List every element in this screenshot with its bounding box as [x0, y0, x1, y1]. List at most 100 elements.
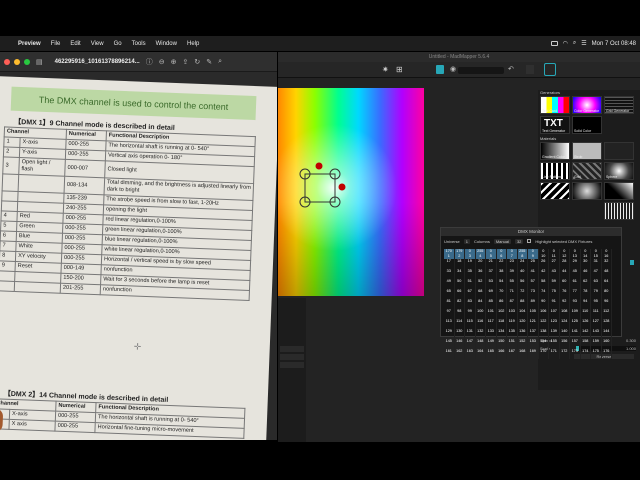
dmx-channel-cell[interactable]: 166	[497, 349, 507, 359]
dmx-channel-cell[interactable]: 55	[507, 279, 518, 289]
dmx-channel-cell[interactable]: 71	[507, 289, 518, 299]
dmx-channel-cell[interactable]: 36	[476, 269, 486, 279]
dmx-channel-cell[interactable]: 39	[507, 269, 518, 279]
control-center-icon[interactable]: ☰	[581, 40, 586, 47]
menu-edit[interactable]: Edit	[65, 41, 85, 47]
dmx-channel-cell[interactable]: 153	[528, 339, 539, 349]
dmx-channel-cell[interactable]: 139	[549, 329, 560, 339]
dmx-channel-cell[interactable]: 112	[602, 309, 612, 319]
dmx-channel-cell[interactable]: 38	[497, 269, 507, 279]
quad-surface[interactable]	[278, 88, 424, 296]
dmx-channel-cell[interactable]: 154	[539, 339, 549, 349]
dmx-channel-cell[interactable]: 48	[602, 269, 612, 279]
dmx-channel-cell[interactable]: 162	[455, 349, 465, 359]
dmx-channel-cell[interactable]: 156	[560, 339, 570, 349]
dmx-channel-cell[interactable]: 80	[602, 289, 612, 299]
dmx-channel-cell[interactable]: 120	[518, 319, 528, 329]
dmx-channel-cell[interactable]: 126	[581, 319, 591, 329]
solid-color-tile[interactable]: Solid Color	[572, 116, 602, 134]
dmx-channel-cell[interactable]: 69	[486, 289, 497, 299]
universe-field[interactable]: 1	[463, 238, 471, 244]
markup-icon[interactable]: ✎	[206, 58, 212, 66]
menu-help[interactable]: Help	[182, 41, 204, 47]
zoom-in-icon[interactable]: ⊕	[171, 58, 177, 66]
property-row[interactable]	[280, 338, 304, 344]
dmx-channel-cell[interactable]: 138	[539, 329, 549, 339]
dmx-channel-cell[interactable]: 81	[444, 299, 455, 309]
dmx-channel-cell[interactable]: 179 2	[454, 249, 465, 259]
dmx-channel-cell[interactable]: 150	[497, 339, 507, 349]
test-card-tile[interactable]: Test Card	[540, 96, 570, 114]
dmx-channel-cell[interactable]: 171	[549, 349, 560, 359]
dmx-channel-cell[interactable]: 163	[465, 349, 476, 359]
dmx-channel-cell[interactable]: 136	[518, 329, 528, 339]
dmx-channel-cell[interactable]: 167	[507, 349, 518, 359]
brightness-icon[interactable]: ✷	[382, 65, 389, 74]
dmx-channel-cell[interactable]: 113	[444, 319, 455, 329]
dmx-channel-cell[interactable]: 53	[486, 279, 497, 289]
dmx-channel-cell[interactable]: 0 15	[591, 249, 602, 259]
dmx-channel-cell[interactable]: 165	[486, 349, 497, 359]
dmx-channel-cell[interactable]: 144	[602, 329, 612, 339]
dmx-channel-cell[interactable]: 89	[528, 299, 539, 309]
dmx-channel-cell[interactable]: 66	[455, 289, 465, 299]
dmx-channel-cell[interactable]: 03	[465, 249, 476, 259]
dmx-channel-cell[interactable]: 122	[539, 319, 549, 329]
dmx-channel-cell[interactable]: 131	[465, 329, 476, 339]
dmx-channel-cell[interactable]: 0 16	[602, 249, 612, 259]
dmx-channel-cell[interactable]: 94	[581, 299, 591, 309]
dmx-channel-cell[interactable]: 110	[581, 309, 591, 319]
zoom-out-icon[interactable]: ⊖	[159, 58, 165, 66]
dmx-channel-cell[interactable]: 78	[581, 289, 591, 299]
dmx-channel-cell[interactable]: 91	[549, 299, 560, 309]
dmx-channel-cell[interactable]: 127	[591, 319, 602, 329]
dmx-channel-cell[interactable]: 135	[507, 329, 518, 339]
dmx-channel-cell[interactable]: 06	[496, 249, 507, 259]
dmx-channel-cell[interactable]: 115	[465, 319, 476, 329]
dmx-channel-cell[interactable]: 159	[591, 339, 602, 349]
dmx-channel-cell[interactable]: 103	[507, 309, 518, 319]
dmx-channel-cell[interactable]: 99	[465, 309, 476, 319]
dmx-channel-cell[interactable]: 56	[518, 279, 528, 289]
dmx-channel-cell[interactable]: 61	[570, 279, 581, 289]
dmx-channel-cell[interactable]: 160	[602, 339, 612, 349]
dmx-channel-cell[interactable]: 101	[486, 309, 497, 319]
dmx-channel-cell[interactable]: 63	[591, 279, 602, 289]
dmx-channel-cell[interactable]: 149	[486, 339, 497, 349]
dmx-channel-cell[interactable]: 155	[549, 339, 560, 349]
dmx-channel-cell[interactable]: 83	[465, 299, 476, 309]
dmx-channel-cell[interactable]: 22	[497, 259, 507, 269]
dmx-channel-cell[interactable]: 59	[549, 279, 560, 289]
dmx-channel-cell[interactable]: 58	[539, 279, 549, 289]
dmx-channel-cell[interactable]: 43	[549, 269, 560, 279]
dmx-channel-cell[interactable]: 85	[486, 299, 497, 309]
dmx-channel-cell[interactable]: 114	[455, 319, 465, 329]
material-tile[interactable]	[604, 182, 634, 200]
menu-go[interactable]: Go	[109, 41, 127, 47]
dmx-channel-cell[interactable]: 26	[539, 259, 549, 269]
dmx-channel-cell[interactable]: 170 1	[444, 249, 455, 259]
dmx-channel-cell[interactable]: 17	[444, 259, 455, 269]
dmx-channel-cell[interactable]: 32	[602, 259, 612, 269]
dmx-channel-cell[interactable]: 121	[528, 319, 539, 329]
dmx-channel-cell[interactable]: 172	[560, 349, 570, 359]
dmx-channel-cell[interactable]: 67	[465, 289, 476, 299]
dmx-channel-cell[interactable]: 102	[497, 309, 507, 319]
dmx-channel-cell[interactable]: 90	[539, 299, 549, 309]
battery-icon[interactable]	[550, 41, 558, 46]
highlight-checkbox[interactable]	[527, 239, 532, 243]
dmx-channel-cell[interactable]: 128	[602, 319, 612, 329]
menu-file[interactable]: File	[46, 41, 66, 47]
dmx-channel-cell[interactable]: 41	[528, 269, 539, 279]
dmx-channel-cell[interactable]: 42	[539, 269, 549, 279]
dmx-channel-cell[interactable]: 168	[518, 349, 528, 359]
output-canvas[interactable]	[278, 88, 424, 296]
scale-handle[interactable]	[338, 183, 346, 191]
dmx-channel-cell[interactable]: 23	[507, 259, 518, 269]
eye-icon[interactable]: ◉	[450, 65, 456, 73]
columns-field[interactable]: 32	[514, 238, 524, 244]
dmx-channel-cell[interactable]: 45	[570, 269, 581, 279]
dmx-channel-cell[interactable]: 40	[518, 269, 528, 279]
dmx-channel-cell[interactable]: 82	[455, 299, 465, 309]
dmx-channel-cell[interactable]: 93	[570, 299, 581, 309]
